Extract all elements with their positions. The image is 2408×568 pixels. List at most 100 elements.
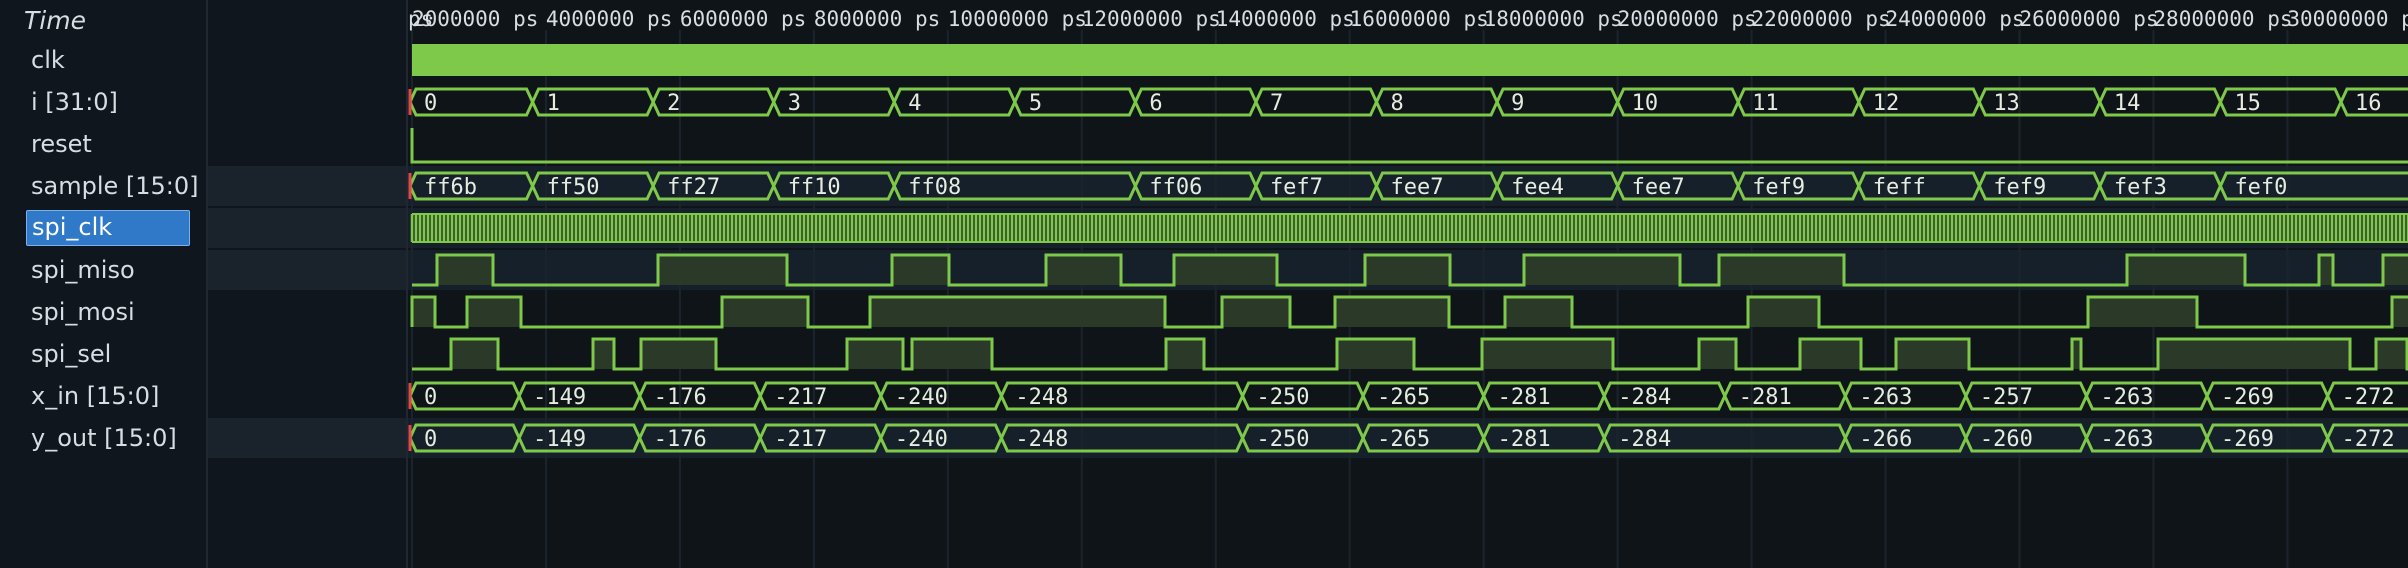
signal-name-clk[interactable]: clk (31, 42, 65, 78)
signal-high-fill (437, 255, 493, 285)
bus-value-label: -257 (1980, 385, 2033, 410)
bus-value-label: -176 (654, 427, 707, 452)
row-highlight (208, 418, 406, 458)
time-axis-label: 4000000 ps (546, 7, 672, 31)
row-highlight (208, 208, 406, 248)
signal-high-fill (1335, 297, 1387, 327)
signal-high-fill (2376, 339, 2407, 369)
bus-value-label: fef3 (2114, 175, 2167, 200)
bus-value-label: -281 (1498, 427, 1551, 452)
time-axis-label: 28000000 ps (2153, 7, 2292, 31)
waveform-panel[interactable]: ps 2000000 ps 4000000 ps 6000000 ps 8000000 … (408, 0, 2408, 568)
signal-high-fill (1896, 339, 1969, 369)
bus-value-label: -284 (1618, 427, 1671, 452)
row-highlight (208, 166, 406, 206)
signal-high-fill (1174, 255, 1225, 285)
signal-high-fill (593, 339, 614, 369)
signal-high-fill (1805, 297, 1819, 327)
signal-high-fill (1655, 255, 1680, 285)
signal-high-fill (2252, 339, 2279, 369)
time-axis-label: 18000000 ps (1484, 7, 1623, 31)
signal-high-fill (1699, 339, 1736, 369)
bus-value-label: fee7 (1391, 175, 1444, 200)
time-axis-label: 14000000 ps (1216, 7, 1355, 31)
signal-name-sample[interactable]: sample [15:0] (31, 168, 199, 204)
signal-high-fill (870, 297, 934, 327)
signal-name-x_in[interactable]: x_in [15:0] (31, 378, 159, 414)
signal-high-fill (997, 297, 1011, 327)
time-axis-label: 16000000 ps (1350, 7, 1489, 31)
bus-value-label: 3 (788, 91, 801, 116)
bus-value-label: -281 (1498, 385, 1551, 410)
bus-value-label: fee4 (1511, 175, 1564, 200)
signal-high-fill (641, 339, 690, 369)
time-axis-label: 8000000 ps (814, 7, 940, 31)
bus-value-label: ff6b (424, 175, 477, 200)
bus-value-label: 0 (424, 427, 437, 452)
time-axis-label: 12000000 ps (1082, 7, 1221, 31)
reset-trace (410, 128, 2408, 164)
bus-value-label: fef7 (1270, 175, 1323, 200)
signal-high-fill (451, 339, 498, 369)
bus-value-label: 8 (1391, 91, 1404, 116)
bus-value-label: 11 (1752, 91, 1779, 116)
signal-high-fill (1376, 339, 1414, 369)
signal-high-fill (1505, 297, 1572, 327)
bus-value-label: -269 (2221, 427, 2274, 452)
signal-name-spi_sel[interactable]: spi_sel (31, 336, 111, 372)
bus-value-label: feff (1873, 175, 1926, 200)
signal-high-fill (847, 339, 894, 369)
bus-value-label: ff06 (1149, 175, 1202, 200)
signal-high-fill (1011, 297, 1038, 327)
signal-name-i[interactable]: i [31:0] (31, 84, 118, 120)
signal-high-fill (467, 297, 521, 327)
bus-value-label: ff50 (547, 175, 600, 200)
bus-value-label: 4 (908, 91, 921, 116)
bus-value-label: -265 (1377, 427, 1430, 452)
bus-value-label: -263 (2100, 385, 2153, 410)
bus-value-label: -240 (895, 427, 948, 452)
bus-value-label: 15 (2234, 91, 2261, 116)
signal-name-reset[interactable]: reset (31, 126, 92, 162)
bus-value-label: -176 (654, 385, 707, 410)
bus-value-label: -272 (2342, 427, 2395, 452)
bus-value-label: -250 (1257, 385, 1310, 410)
signal-high-fill (770, 297, 808, 327)
signal-high-fill (2158, 339, 2176, 369)
bus-value-label: -240 (895, 385, 948, 410)
signal-high-fill (2319, 255, 2333, 285)
signal-high-fill (658, 255, 683, 285)
bus-value-label: 2 (667, 91, 680, 116)
signal-high-fill (683, 255, 753, 285)
signal-high-fill (2383, 255, 2408, 285)
signal-high-fill (2190, 255, 2235, 285)
bus-value-label: fef9 (1993, 175, 2046, 200)
signal-high-fill (902, 255, 949, 285)
bus-value-label: -265 (1377, 385, 1430, 410)
bus-value-label: 9 (1511, 91, 1524, 116)
bus-value-label: 14 (2114, 91, 2141, 116)
signal-high-fill (1222, 297, 1290, 327)
bus-value-label: ff10 (788, 175, 841, 200)
row-highlight (208, 250, 406, 290)
signal-high-fill (2088, 297, 2128, 327)
time-axis-label: 2000000 ps (412, 7, 538, 31)
signal-high-fill (1365, 255, 1436, 285)
bus-value-label: 16 (2355, 91, 2382, 116)
signal-high-fill (1748, 297, 1805, 327)
signal-high-fill (722, 297, 770, 327)
signal-name-spi_mosi[interactable]: spi_mosi (31, 294, 135, 330)
bus-value-label: 7 (1270, 91, 1283, 116)
bus-value-label: -248 (1015, 385, 1068, 410)
signal-name-spi_miso[interactable]: spi_miso (31, 252, 135, 288)
signal-high-fill (1833, 255, 1844, 285)
time-axis-label: 30000000 ps (2287, 7, 2408, 31)
signal-high-fill (1544, 339, 1613, 369)
waveform-canvas[interactable]: ps2000000 ps 4000000 ps 6000000 ps 8000000 … (408, 0, 2408, 568)
signal-high-fill (1038, 297, 1090, 327)
signal-name-spi_clk[interactable]: spi_clk (26, 210, 190, 246)
signal-name-y_out[interactable]: y_out [15:0] (31, 420, 177, 456)
bus-value-label: 1 (547, 91, 560, 116)
time-axis-label: 10000000 ps (948, 7, 1087, 31)
bus-value-label: fef0 (2234, 175, 2287, 200)
